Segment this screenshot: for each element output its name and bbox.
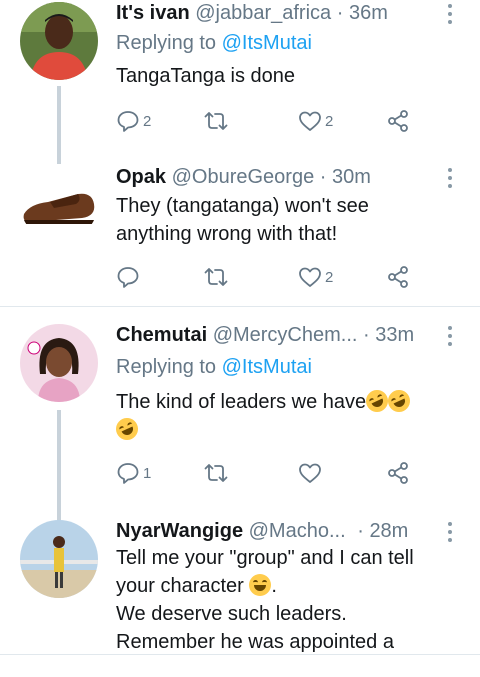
heart-icon [299,267,321,287]
separator: · [319,166,327,188]
author-name[interactable]: Opak [116,166,166,188]
tweet-header: Chemutai @MercyChem... · 33m [116,322,414,348]
thread-line [57,410,61,524]
tweet-1[interactable]: It's ivan @jabbar_africa · 36m Replying … [0,0,480,164]
avatar[interactable] [20,324,98,402]
tweet-text: They (tangatanga) won't see anything wro… [116,192,456,248]
replying-to: Replying to @ItsMutai [116,354,312,380]
retweet-icon [204,268,228,286]
tweet-text-line: anything wrong with that! [116,223,338,245]
mention-link[interactable]: @ItsMutai [222,32,312,54]
tweet-header: Opak @ObureGeorge · 30m [116,164,371,190]
divider [0,654,480,655]
author-handle[interactable]: @MercyChem... [213,324,358,346]
separator: · [357,520,364,542]
reply-button[interactable]: 1 [116,460,151,486]
rofl-emoji-icon [384,386,414,416]
retweet-icon [204,464,228,482]
tweet-actions: 1 [116,460,416,486]
tweet-actions: 2 [116,264,416,290]
more-vertical-icon[interactable] [448,168,452,192]
more-vertical-icon[interactable] [448,4,452,28]
reply-count: 2 [143,112,152,130]
separator: · [336,2,344,24]
avatar[interactable] [20,520,98,598]
author-handle[interactable]: @jabbar_africa [195,2,331,24]
tweet-header: It's ivan @jabbar_africa · 36m [116,0,388,26]
tweet-3[interactable]: Chemutai @MercyChem... · 33m Replying to… [0,322,480,524]
tweet-text-content: The kind of leaders we have [116,391,367,413]
author-handle[interactable]: @Macho... [249,520,346,542]
share-icon [388,110,408,132]
like-count: 2 [325,112,334,130]
tweet-text: Tell me your "group" and I can tell your… [116,544,456,653]
heart-icon [299,463,321,483]
share-icon [388,462,408,484]
like-button[interactable]: 2 [298,108,333,134]
retweet-button[interactable] [204,460,231,486]
tweet-text: TangaTanga is done [116,65,296,87]
tweet-text-line: They (tangatanga) won't see [116,195,369,217]
more-vertical-icon[interactable] [448,326,452,350]
replying-to-label: Replying to [116,356,217,378]
tweet-text: The kind of leaders we have [112,386,456,444]
retweet-icon [204,112,228,130]
thread-line [57,86,61,164]
timestamp[interactable]: 36m [349,2,388,24]
like-button[interactable]: 2 [298,264,333,290]
avatar[interactable] [20,164,98,242]
hugging-face-emoji-icon [249,574,272,596]
share-button[interactable] [386,264,410,290]
tweet-text-line: Tell me your "group" and I can tell [116,547,414,569]
divider [0,306,480,307]
author-handle[interactable]: @ObureGeorge [172,166,315,188]
rofl-emoji-icon [112,414,142,444]
reply-icon [117,111,139,132]
reply-icon [117,267,139,288]
tweet-header: NyarWangige @Macho... · 28m [116,518,408,544]
tweet-2[interactable]: Opak @ObureGeorge · 30m They (tangatanga… [0,164,480,304]
tweet-4[interactable]: NyarWangige @Macho... · 28m Tell me your… [0,518,480,653]
share-icon [388,266,408,288]
timestamp[interactable]: 28m [369,520,408,542]
avatar[interactable] [20,2,98,80]
reply-icon [117,463,139,484]
author-name[interactable]: Chemutai [116,324,207,346]
share-button[interactable] [386,460,410,486]
tweet-text-line: Remember he was appointed a [116,631,394,653]
reply-button[interactable]: 2 [116,108,151,134]
timestamp[interactable]: 33m [375,324,414,346]
tweet-text-line: your character . [116,574,277,597]
author-name[interactable]: NyarWangige [116,520,243,542]
more-vertical-icon[interactable] [448,522,452,546]
reply-button[interactable] [116,264,143,290]
reply-count: 1 [143,464,152,482]
mention-link[interactable]: @ItsMutai [222,356,312,378]
share-button[interactable] [386,108,410,134]
retweet-button[interactable] [204,264,231,290]
replying-to-label: Replying to [116,32,217,54]
replying-to: Replying to @ItsMutai [116,30,312,56]
separator: · [363,324,370,346]
like-button[interactable] [298,460,325,486]
timestamp[interactable]: 30m [332,166,371,188]
heart-icon [299,111,321,131]
tweet-actions: 2 2 [116,108,416,134]
author-name[interactable]: It's ivan [116,2,190,24]
like-count: 2 [325,268,334,286]
retweet-button[interactable] [204,108,231,134]
tweet-text-line: We deserve such leaders. [116,603,347,625]
